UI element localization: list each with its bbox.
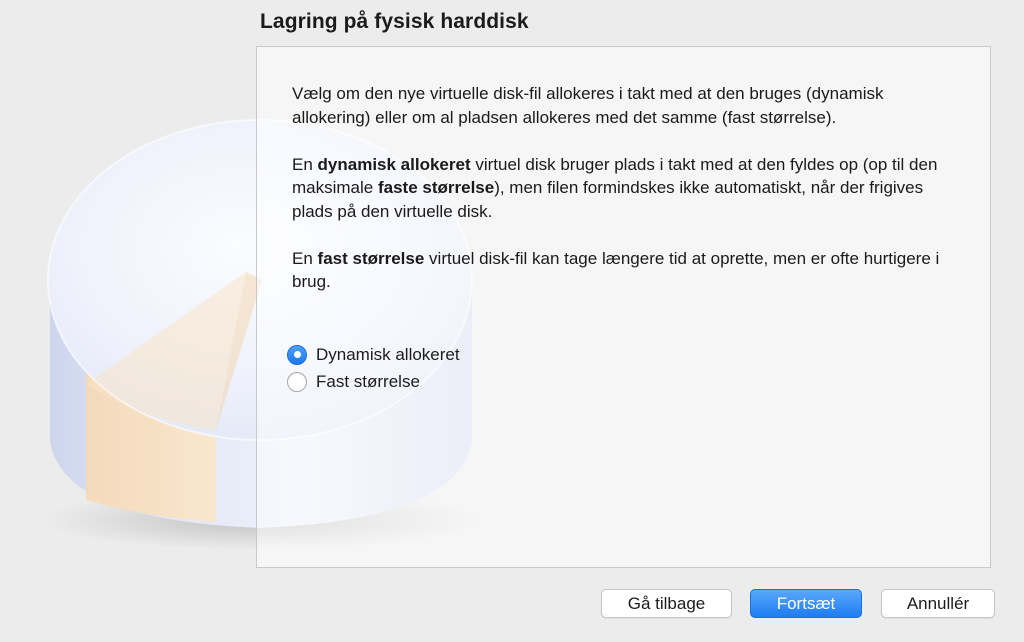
button-row: Gå tilbage Fortsæt Annullér xyxy=(0,589,1024,619)
allocation-radio-group: Dynamisk allokeret Fast størrelse xyxy=(287,341,460,395)
fixed-term: faste størrelse xyxy=(377,178,495,197)
fixed-paragraph: En fast størrelse virtuel disk-fil kan t… xyxy=(292,248,940,292)
fixed-term-2: fast størrelse xyxy=(317,248,425,268)
dynamic-paragraph: En dynamisk allokeret virtuel disk bruge… xyxy=(292,154,938,221)
radio-unselected-icon[interactable] xyxy=(287,371,307,392)
content-panel: Vælg om den nye virtuelle disk-fil allok… xyxy=(256,46,991,568)
back-button[interactable]: Gå tilbage xyxy=(601,589,732,618)
radio-dynamic-allocated[interactable]: Dynamisk allokeret xyxy=(287,341,460,368)
radio-dynamic-label[interactable]: Dynamisk allokeret xyxy=(316,345,460,365)
intro-paragraph: Vælg om den nye virtuelle disk-fil allok… xyxy=(292,84,884,127)
radio-fixed-label[interactable]: Fast størrelse xyxy=(316,372,420,392)
radio-fixed-size[interactable]: Fast størrelse xyxy=(287,368,460,395)
page-title: Lagring på fysisk harddisk xyxy=(260,10,529,33)
radio-selected-icon[interactable] xyxy=(287,344,307,365)
cancel-button[interactable]: Annullér xyxy=(881,589,995,618)
description-text: Vælg om den nye virtuelle disk-fil allok… xyxy=(292,82,962,317)
continue-button[interactable]: Fortsæt xyxy=(750,589,862,618)
dynamic-term: dynamisk allokeret xyxy=(317,154,471,174)
